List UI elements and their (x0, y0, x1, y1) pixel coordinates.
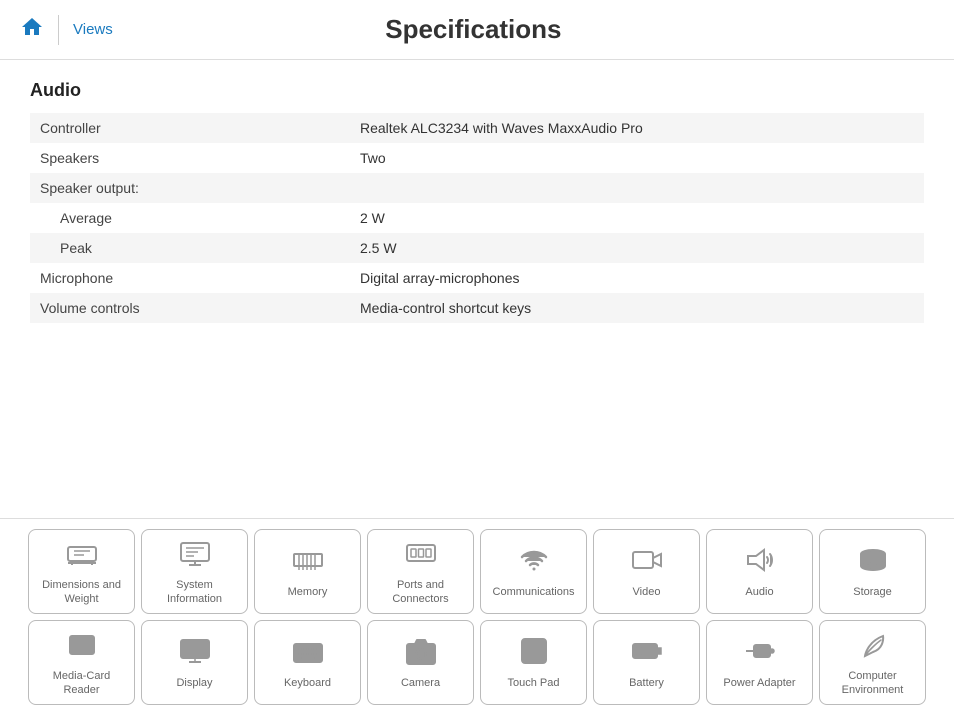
video-icon (631, 544, 663, 580)
dimensions-icon (66, 537, 98, 573)
nav-label-display: Display (176, 677, 212, 690)
nav-label-memory: Memory (288, 586, 328, 599)
leaf-icon (857, 628, 889, 664)
specs-table: ControllerRealtek ALC3234 with Waves Max… (30, 113, 924, 323)
nav-label-communications: Communications (493, 586, 575, 599)
audio-section-title: Audio (30, 80, 924, 101)
system-icon (179, 537, 211, 573)
bottom-navigation: Dimensions and Weight System Information M… (0, 518, 954, 721)
mediacard-icon (66, 628, 98, 664)
nav-label-computer-environment: Computer Environment (842, 670, 904, 696)
nav-label-video: Video (633, 586, 661, 599)
nav-label-audio: Audio (745, 586, 773, 599)
nav-label-system-information: System Information (167, 579, 222, 605)
table-row: SpeakersTwo (30, 143, 924, 173)
keyboard-icon (292, 635, 324, 671)
camera-icon (405, 635, 437, 671)
home-icon[interactable] (20, 15, 44, 45)
nav-label-ports-connectors: Ports and Connectors (392, 579, 448, 605)
nav-item-dimensions-weight[interactable]: Dimensions and Weight (28, 529, 135, 614)
nav-item-media-card-reader[interactable]: Media-Card Reader (28, 620, 135, 705)
nav-row-1: Dimensions and Weight System Information M… (20, 529, 934, 614)
table-row: Average2 W (30, 203, 924, 233)
nav-item-touch-pad[interactable]: Touch Pad (480, 620, 587, 705)
memory-icon (292, 544, 324, 580)
nav-item-ports-connectors[interactable]: Ports and Connectors (367, 529, 474, 614)
nav-label-touch-pad: Touch Pad (508, 677, 560, 690)
page-title: Specifications (113, 14, 834, 45)
nav-item-battery[interactable]: Battery (593, 620, 700, 705)
nav-label-keyboard: Keyboard (284, 677, 331, 690)
audio-icon (744, 544, 776, 580)
wifi-icon (518, 544, 550, 580)
header: Views Specifications (0, 0, 954, 60)
nav-item-storage[interactable]: Storage (819, 529, 926, 614)
table-row: MicrophoneDigital array-microphones (30, 263, 924, 293)
poweradapter-icon (744, 635, 776, 671)
battery-icon (631, 635, 663, 671)
nav-item-camera[interactable]: Camera (367, 620, 474, 705)
table-row: Speaker output: (30, 173, 924, 203)
nav-item-computer-environment[interactable]: Computer Environment (819, 620, 926, 705)
ports-icon (405, 537, 437, 573)
table-row: Volume controlsMedia-control shortcut ke… (30, 293, 924, 323)
nav-label-media-card-reader: Media-Card Reader (53, 670, 110, 696)
nav-label-battery: Battery (629, 677, 664, 690)
storage-icon (857, 544, 889, 580)
nav-item-video[interactable]: Video (593, 529, 700, 614)
nav-item-display[interactable]: Display (141, 620, 248, 705)
table-row: ControllerRealtek ALC3234 with Waves Max… (30, 113, 924, 143)
nav-label-storage: Storage (853, 586, 892, 599)
nav-row-2: Media-Card Reader Display Keyboard Camera To… (20, 620, 934, 705)
nav-item-communications[interactable]: Communications (480, 529, 587, 614)
nav-item-memory[interactable]: Memory (254, 529, 361, 614)
nav-label-camera: Camera (401, 677, 440, 690)
main-content: Audio ControllerRealtek ALC3234 with Wav… (0, 60, 954, 343)
table-row: Peak2.5 W (30, 233, 924, 263)
views-link[interactable]: Views (73, 21, 113, 38)
nav-item-audio[interactable]: Audio (706, 529, 813, 614)
display-icon (179, 635, 211, 671)
nav-item-keyboard[interactable]: Keyboard (254, 620, 361, 705)
nav-label-power-adapter: Power Adapter (723, 677, 795, 690)
nav-item-power-adapter[interactable]: Power Adapter (706, 620, 813, 705)
nav-item-system-information[interactable]: System Information (141, 529, 248, 614)
header-divider (58, 15, 59, 45)
touchpad-icon (518, 635, 550, 671)
nav-label-dimensions-weight: Dimensions and Weight (42, 579, 121, 605)
